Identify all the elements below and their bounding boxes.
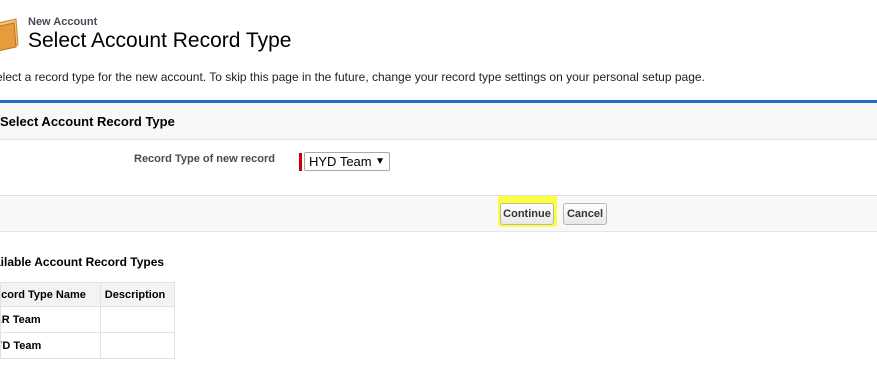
cancel-button[interactable]: Cancel [563, 203, 607, 225]
available-types-title: ailable Account Record Types [0, 255, 165, 269]
dropdown-arrow-icon: ▼ [375, 156, 385, 167]
panel-body [0, 140, 877, 195]
continue-button[interactable]: Continue [500, 203, 554, 225]
required-indicator [299, 153, 302, 171]
record-type-select-value: HYD Team [309, 154, 372, 169]
column-header-name: ecord Type Name [0, 282, 101, 307]
folder-icon [0, 17, 20, 52]
record-type-select[interactable]: HYD Team ▼ [304, 152, 390, 171]
column-header-description: Description [99, 282, 176, 307]
button-bar-divider [0, 195, 877, 196]
description-cell [99, 332, 176, 359]
table-row: LR Team [0, 306, 176, 333]
record-type-label: Record Type of new record [134, 153, 275, 165]
description-cell [99, 306, 176, 333]
table-row: YD Team [0, 332, 176, 359]
instructions-text: elect a record type for the new account.… [0, 70, 705, 84]
record-type-name-cell: YD Team [0, 332, 101, 359]
page-title: Select Account Record Type [28, 29, 292, 52]
panel-title: Select Account Record Type [0, 114, 175, 129]
panel-bottom-border [0, 231, 877, 232]
available-types-table: ecord Type Name Description LR Team YD T… [0, 282, 176, 359]
table-header-row: ecord Type Name Description [0, 282, 176, 307]
page-subtitle: New Account [28, 16, 98, 28]
record-type-name-cell: LR Team [0, 306, 101, 333]
